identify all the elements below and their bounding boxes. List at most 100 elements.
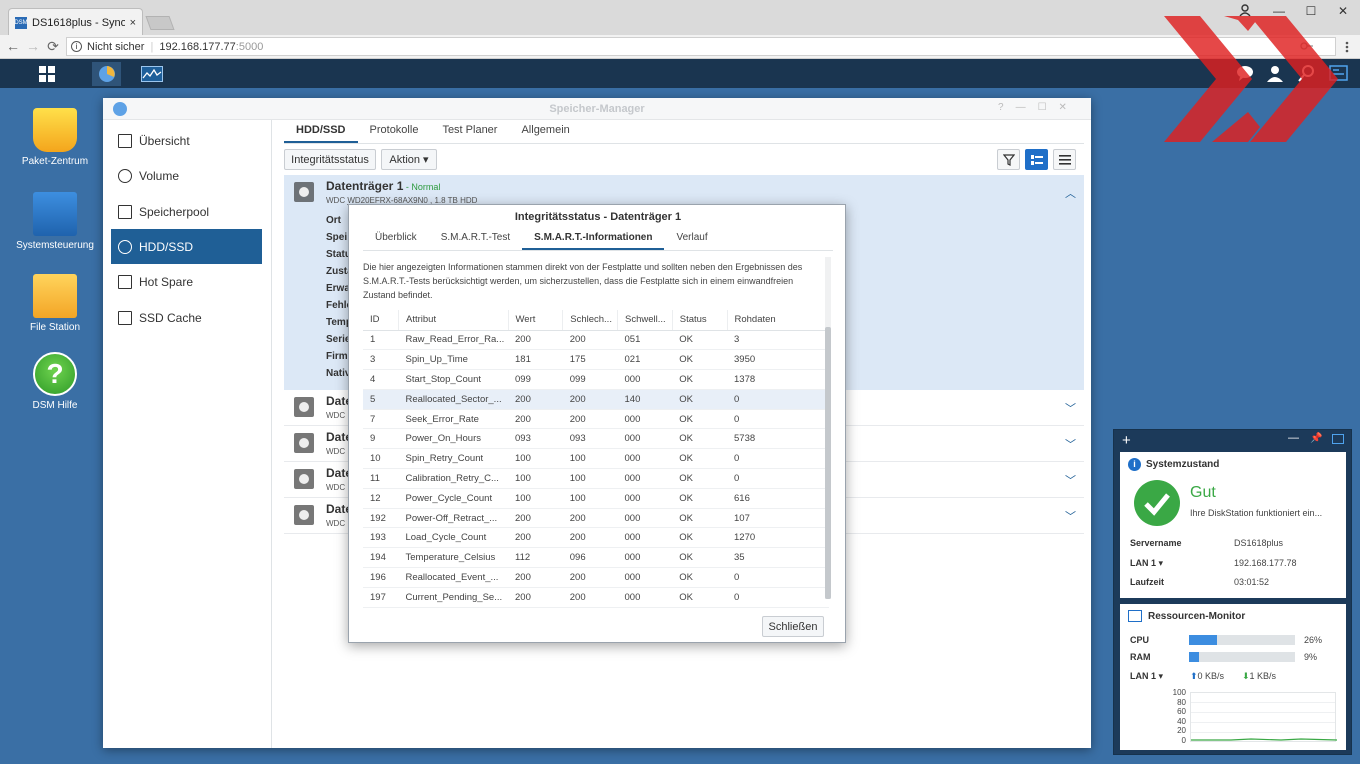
- table-row[interactable]: 9 Power_On_Hours 093 093 000 OK 5738: [363, 428, 829, 450]
- table-row[interactable]: 192 Power-Off_Retract_... 200 200 000 OK 107: [363, 508, 829, 529]
- table-cell: 112: [508, 547, 563, 569]
- back-icon[interactable]: ←: [4, 38, 22, 54]
- column-header[interactable]: ID: [363, 310, 399, 331]
- table-cell: 096: [562, 547, 618, 569]
- table-cell: 175: [562, 349, 618, 371]
- table-cell: 10: [363, 448, 399, 470]
- reload-icon[interactable]: ⟳: [44, 38, 62, 55]
- table-row[interactable]: 3 Spin_Up_Time 181 175 021 OK 3950: [363, 349, 829, 371]
- info-icon[interactable]: i: [71, 41, 82, 52]
- pin-icon[interactable]: 📌: [1310, 433, 1322, 444]
- add-widget-icon[interactable]: +: [1122, 432, 1131, 449]
- table-row[interactable]: 193 Load_Cycle_Count 200 200 000 OK 1270: [363, 527, 829, 549]
- table-row[interactable]: 11 Calibration_Retry_C... 100 100 000 OK 0: [363, 468, 829, 489]
- sidebar-item-label: SSD Cache: [139, 310, 202, 325]
- lan-label[interactable]: LAN 1 ▾: [1130, 671, 1163, 682]
- window-minimize-icon[interactable]: —: [1016, 102, 1026, 113]
- table-cell: 197: [363, 587, 399, 608]
- tab-overview[interactable]: Überblick: [363, 227, 429, 250]
- column-header[interactable]: Schwell...: [617, 310, 673, 331]
- sidebar-item-overview[interactable]: Übersicht: [111, 123, 262, 158]
- scrollbar-thumb[interactable]: [825, 327, 831, 599]
- network-chart: [1190, 692, 1338, 742]
- table-row[interactable]: 196 Reallocated_Event_... 200 200 000 OK 0: [363, 567, 829, 588]
- column-header[interactable]: Status: [672, 310, 728, 331]
- sidebar-item-hot-spare[interactable]: Hot Spare: [111, 264, 262, 299]
- window-close-icon[interactable]: ✕: [1059, 102, 1067, 113]
- storage-manager-taskbar-icon[interactable]: [92, 62, 121, 86]
- tab-hdd-ssd[interactable]: HDD/SSD: [284, 120, 358, 143]
- new-tab-button[interactable]: [145, 16, 175, 30]
- desktop-icon-dsm-help[interactable]: ? DSM Hilfe: [10, 352, 100, 412]
- table-cell: 200: [562, 389, 618, 410]
- window-maximize-icon[interactable]: ☐: [1038, 102, 1047, 113]
- profile-icon[interactable]: [1238, 3, 1252, 17]
- table-cell: 12: [363, 488, 399, 509]
- table-cell: 000: [617, 547, 673, 569]
- filter-icon[interactable]: [997, 149, 1020, 170]
- table-row[interactable]: 4 Start_Stop_Count 099 099 000 OK 1378: [363, 369, 829, 390]
- lan-label[interactable]: LAN 1 ▾: [1130, 558, 1163, 569]
- tab-test-scheduler[interactable]: Test Planer: [430, 120, 509, 143]
- desktop-icon-package-center[interactable]: Paket-Zentrum: [10, 108, 100, 168]
- table-cell: 100: [562, 448, 618, 470]
- tab-smart-test[interactable]: S.M.A.R.T.-Test: [429, 227, 522, 250]
- expand-chevron-icon[interactable]: ﹀: [1065, 436, 1076, 452]
- collapse-chevron-icon[interactable]: ︿: [1065, 185, 1076, 201]
- detail-view-icon[interactable]: [1025, 149, 1048, 170]
- tab-close-icon[interactable]: ×: [130, 17, 136, 29]
- table-row[interactable]: 5 Reallocated_Sector_... 200 200 140 OK 0: [363, 389, 829, 410]
- health-status-button[interactable]: Integritätsstatus: [284, 149, 376, 170]
- sidebar-item-volume[interactable]: Volume: [111, 158, 262, 193]
- resource-monitor-taskbar-icon[interactable]: [137, 62, 166, 86]
- tab-logs[interactable]: Protokolle: [358, 120, 431, 143]
- close-button[interactable]: Schließen: [762, 616, 824, 637]
- expand-chevron-icon[interactable]: ﹀: [1065, 472, 1076, 488]
- column-header[interactable]: Schlech...: [562, 310, 618, 331]
- list-view-icon[interactable]: [1053, 149, 1076, 170]
- window-controls[interactable]: ? — ☐ ✕: [998, 102, 1067, 113]
- expand-chevron-icon[interactable]: ﹀: [1065, 508, 1076, 524]
- table-cell: 0: [727, 567, 829, 588]
- sidebar-item-storage-pool[interactable]: Speicherpool: [111, 194, 262, 229]
- window-help-icon[interactable]: ?: [998, 102, 1004, 113]
- table-row[interactable]: 194 Temperature_Celsius 112 096 000 OK 35: [363, 547, 829, 569]
- table-cell: 100: [508, 468, 563, 489]
- ram-label: RAM: [1130, 652, 1151, 662]
- disk-icon: [294, 433, 314, 453]
- table-row[interactable]: 197 Current_Pending_Se... 200 200 000 OK 0: [363, 587, 829, 608]
- browser-menu-icon[interactable]: [1344, 40, 1350, 54]
- column-header[interactable]: Rohdaten: [727, 310, 829, 331]
- forward-icon[interactable]: →: [24, 38, 42, 54]
- table-row[interactable]: 10 Spin_Retry_Count 100 100 000 OK 0: [363, 448, 829, 470]
- main-tabs: HDD/SSD Protokolle Test Planer Allgemein: [284, 120, 1084, 144]
- desktop-icon-file-station[interactable]: File Station: [10, 274, 100, 334]
- table-cell: OK: [672, 330, 727, 351]
- column-header[interactable]: Wert: [508, 310, 564, 331]
- desktop-icon-control-panel[interactable]: Systemsteuerung: [10, 192, 100, 252]
- browser-tab[interactable]: DSM DS1618plus - Synology D ×: [8, 8, 143, 36]
- url-field[interactable]: i Nicht sicher | 192.168.177.77 :5000: [66, 37, 1336, 56]
- action-button[interactable]: Aktion ▾: [381, 149, 437, 170]
- main-menu-icon[interactable]: [32, 62, 61, 86]
- table-cell: 7: [363, 409, 399, 430]
- expand-chevron-icon[interactable]: ﹀: [1065, 400, 1076, 416]
- table-row[interactable]: 7 Seek_Error_Rate 200 200 000 OK 0: [363, 409, 829, 430]
- sidebar-item-ssd-cache[interactable]: SSD Cache: [111, 300, 262, 335]
- widget-settings-icon[interactable]: [1332, 434, 1344, 444]
- widget-minimize-icon[interactable]: —: [1288, 432, 1299, 444]
- sidebar-item-label: HDD/SSD: [139, 239, 194, 254]
- table-row[interactable]: 12 Power_Cycle_Count 100 100 000 OK 616: [363, 488, 829, 509]
- table-cell: Calibration_Retry_C...: [398, 468, 508, 489]
- tab-general[interactable]: Allgemein: [509, 120, 581, 143]
- table-cell: 196: [363, 567, 399, 588]
- table-cell: OK: [672, 349, 727, 371]
- disk-icon: [294, 505, 314, 525]
- tab-smart-info[interactable]: S.M.A.R.T.-Informationen: [522, 227, 665, 250]
- tab-history[interactable]: Verlauf: [664, 227, 719, 250]
- table-cell: 5: [363, 389, 399, 410]
- column-header[interactable]: Attribut: [398, 310, 509, 331]
- table-row[interactable]: 1 Raw_Read_Error_Ra... 200 200 051 OK 3: [363, 330, 829, 351]
- table-cell: 0: [727, 587, 829, 608]
- sidebar-item-hdd-ssd[interactable]: HDD/SSD: [111, 229, 262, 264]
